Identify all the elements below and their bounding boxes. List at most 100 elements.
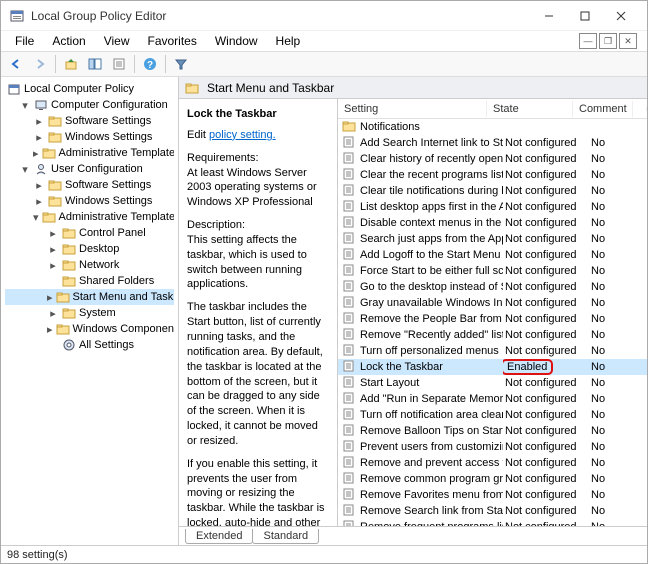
tree-pane[interactable]: Local Computer Policy ▾ Computer Configu… — [1, 77, 179, 545]
expand-icon[interactable]: ▸ — [47, 307, 59, 319]
user-icon — [34, 162, 48, 176]
properties-button[interactable] — [108, 53, 130, 75]
expand-icon[interactable]: ▸ — [47, 323, 53, 335]
menu-file[interactable]: File — [7, 32, 42, 50]
menu-action[interactable]: Action — [44, 32, 93, 50]
setting-icon — [342, 440, 356, 454]
list-row[interactable]: Add Logoff to the Start MenuNot configur… — [338, 247, 647, 263]
collapse-icon[interactable]: ▾ — [33, 211, 39, 223]
svg-text:?: ? — [147, 60, 153, 71]
tree-root[interactable]: Local Computer Policy — [5, 81, 174, 97]
list-row[interactable]: Remove Search link from Start...Not conf… — [338, 503, 647, 519]
setting-icon — [342, 424, 356, 438]
folder-icon — [185, 81, 199, 95]
filter-button[interactable] — [170, 53, 192, 75]
menu-favorites[interactable]: Favorites — [140, 32, 205, 50]
mdi-close-button[interactable]: ✕ — [619, 33, 637, 49]
window-title: Local Group Policy Editor — [31, 9, 531, 23]
expand-icon[interactable]: ▸ — [47, 227, 59, 239]
tab-extended[interactable]: Extended — [185, 529, 253, 544]
tree-item[interactable]: ▸Windows Settings — [5, 129, 174, 145]
tree-item[interactable]: ▸Control Panel — [5, 225, 174, 241]
folder-icon — [62, 306, 76, 320]
setting-icon — [342, 296, 356, 310]
list-row[interactable]: Disable context menus in the S...Not con… — [338, 215, 647, 231]
list-row[interactable]: Clear history of recently opene...Not co… — [338, 151, 647, 167]
tree-item[interactable]: ▸Desktop — [5, 241, 174, 257]
menu-help[interactable]: Help — [268, 32, 309, 50]
expand-icon[interactable]: ▸ — [33, 195, 45, 207]
tree-item[interactable]: ▸Shared Folders — [5, 273, 174, 289]
back-button[interactable] — [5, 53, 27, 75]
expand-icon[interactable]: ▸ — [33, 147, 39, 159]
up-button[interactable] — [60, 53, 82, 75]
list-body[interactable]: NotificationsAdd Search Internet link to… — [338, 119, 647, 526]
mdi-restore-button[interactable]: ❐ — [599, 33, 617, 49]
expand-icon[interactable]: ▸ — [47, 243, 59, 255]
tree-item[interactable]: ▸Administrative Templates — [5, 145, 174, 161]
list-row[interactable]: Start LayoutNot configuredNo — [338, 375, 647, 391]
list-row[interactable]: Remove Favorites menu from ...Not config… — [338, 487, 647, 503]
list-row[interactable]: Clear the recent programs list f...Not c… — [338, 167, 647, 183]
list-row[interactable]: Remove and prevent access to...Not confi… — [338, 455, 647, 471]
list-row[interactable]: Go to the desktop instead of St...Not co… — [338, 279, 647, 295]
menu-window[interactable]: Window — [207, 32, 266, 50]
tree-item-start-menu[interactable]: ▸Start Menu and Taskbar — [5, 289, 174, 305]
tree-item[interactable]: ▸Network — [5, 257, 174, 273]
tab-standard[interactable]: Standard — [252, 529, 319, 544]
close-button[interactable] — [603, 2, 639, 30]
list-row[interactable]: Lock the TaskbarEnabledNo — [338, 359, 647, 375]
tree-item[interactable]: ▸Windows Components — [5, 321, 174, 337]
menu-view[interactable]: View — [96, 32, 138, 50]
tree-item-all-settings[interactable]: ▸All Settings — [5, 337, 174, 353]
folder-icon — [48, 178, 62, 192]
list-row[interactable]: Remove frequent programs lis...Not confi… — [338, 519, 647, 526]
collapse-icon[interactable]: ▾ — [19, 99, 31, 111]
list-row[interactable]: Search just apps from the App...Not conf… — [338, 231, 647, 247]
list-row[interactable]: Gray unavailable Windows Inst...Not conf… — [338, 295, 647, 311]
tree-item[interactable]: ▸System — [5, 305, 174, 321]
setting-icon — [342, 200, 356, 214]
list-folder-row[interactable]: Notifications — [338, 119, 647, 135]
forward-button[interactable] — [29, 53, 51, 75]
list-row[interactable]: Add Search Internet link to Sta...Not co… — [338, 135, 647, 151]
show-hide-tree-button[interactable] — [84, 53, 106, 75]
tree-item[interactable]: ▸Software Settings — [5, 113, 174, 129]
setting-icon — [342, 248, 356, 262]
expand-icon[interactable]: ▸ — [47, 259, 59, 271]
minimize-button[interactable] — [531, 2, 567, 30]
tree-item[interactable]: ▸Software Settings — [5, 177, 174, 193]
expand-icon[interactable]: ▸ — [33, 131, 45, 143]
list-row[interactable]: Remove the People Bar from t...Not confi… — [338, 311, 647, 327]
col-setting[interactable]: Setting — [338, 101, 487, 117]
tree-user-config[interactable]: ▾ User Configuration — [5, 161, 174, 177]
expand-icon[interactable]: ▸ — [33, 179, 45, 191]
list-row[interactable]: Clear tile notifications during l...Not … — [338, 183, 647, 199]
list-row[interactable]: Add "Run in Separate Memory...Not config… — [338, 391, 647, 407]
maximize-button[interactable] — [567, 2, 603, 30]
titlebar: Local Group Policy Editor — [1, 1, 647, 31]
folder-icon — [62, 242, 76, 256]
list-row[interactable]: Turn off notification area clean...Not c… — [338, 407, 647, 423]
tree-computer-config[interactable]: ▾ Computer Configuration — [5, 97, 174, 113]
help-button[interactable]: ? — [139, 53, 161, 75]
edit-policy-link[interactable]: policy setting. — [209, 129, 276, 141]
list-row[interactable]: Remove common program gr...Not configure… — [338, 471, 647, 487]
list-row[interactable]: Remove "Recently added" list f...Not con… — [338, 327, 647, 343]
mdi-minimize-button[interactable]: — — [579, 33, 597, 49]
list-row[interactable]: List desktop apps first in the A...Not c… — [338, 199, 647, 215]
collapse-icon[interactable]: ▾ — [19, 163, 31, 175]
list-row[interactable]: Force Start to be either full scr...Not … — [338, 263, 647, 279]
list-row[interactable]: Prevent users from customizin...Not conf… — [338, 439, 647, 455]
expand-icon[interactable]: ▸ — [33, 115, 45, 127]
tree-item[interactable]: ▸Windows Settings — [5, 193, 174, 209]
col-comment[interactable]: Comment — [573, 101, 633, 117]
expand-icon[interactable]: ▸ — [47, 291, 53, 303]
folder-icon — [56, 290, 70, 304]
col-state[interactable]: State — [487, 101, 573, 117]
list-row[interactable]: Remove Balloon Tips on Start ...Not conf… — [338, 423, 647, 439]
list-row[interactable]: Turn off personalized menusNot configure… — [338, 343, 647, 359]
folder-icon — [42, 146, 56, 160]
setting-icon — [342, 360, 356, 374]
tree-admin-templates[interactable]: ▾Administrative Templates — [5, 209, 174, 225]
